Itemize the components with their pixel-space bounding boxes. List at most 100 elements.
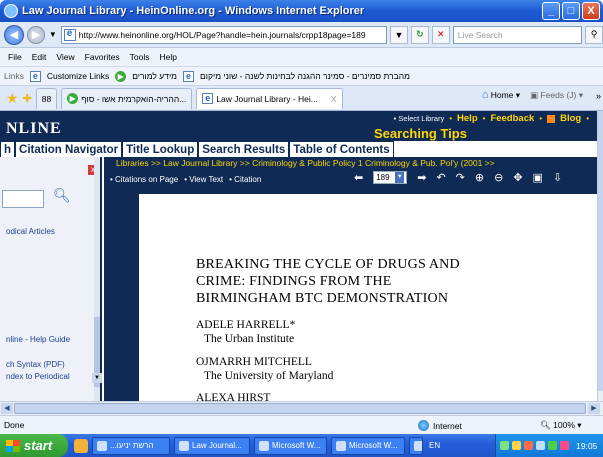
author-name: ADELE HARRELL* <box>196 319 296 331</box>
tray-app-icon[interactable] <box>536 441 545 450</box>
tab-table-of-contents[interactable]: Table of Contents <box>289 141 394 157</box>
periodical-articles-link[interactable]: odical Articles <box>6 227 55 236</box>
link-green-icon: ▶ <box>115 70 127 82</box>
heinonline-logo[interactable]: NLINE <box>6 120 62 138</box>
address-dropdown-icon[interactable]: ▼ <box>390 25 408 44</box>
blog-link[interactable]: Blog <box>560 113 581 124</box>
add-favorites-icon[interactable]: ✚ <box>23 92 32 105</box>
print-icon[interactable]: ▣ <box>533 171 543 184</box>
citations-on-page-link[interactable]: • Citations on Page <box>110 175 178 184</box>
feeds-button[interactable]: ▣ Feeds (J) ▾ <box>530 90 583 101</box>
next-page-icon[interactable]: ➡ <box>417 171 426 184</box>
link-page-icon-2: e <box>183 70 194 82</box>
history-dropdown-icon[interactable]: ▼ <box>48 30 58 39</box>
panel-search-icon[interactable]: 🔍︎ <box>53 187 71 204</box>
search-icon[interactable]: ⚲ <box>585 25 603 44</box>
tab-citation-navigator[interactable]: Citation Navigator <box>15 141 123 157</box>
zoom-out-icon[interactable]: ⊖ <box>494 171 503 184</box>
taskbar-item[interactable] <box>409 436 423 455</box>
page-vertical-scrollbar[interactable] <box>597 111 603 401</box>
help-guide-link[interactable]: nline - Help Guide <box>6 335 70 344</box>
minimize-button[interactable]: _ <box>542 2 560 20</box>
title-line-1: BREAKING THE CYCLE OF DRUGS AND <box>196 257 460 272</box>
searching-tips-link[interactable]: Searching Tips <box>374 126 467 141</box>
taskbar-item[interactable]: Microsoft W... <box>331 436 405 455</box>
menu-tools[interactable]: Tools <box>130 52 150 62</box>
address-bar[interactable]: http://www.heinonline.org/HOL/Page?handl… <box>60 25 388 44</box>
menu-favorites[interactable]: Favorites <box>85 52 120 62</box>
page-icon <box>63 28 76 41</box>
maximize-button[interactable]: □ <box>562 2 580 20</box>
menu-edit[interactable]: Edit <box>32 52 47 62</box>
tray-app-icon[interactable] <box>560 441 569 450</box>
taskbar-item[interactable]: Microsoft W... <box>254 436 327 455</box>
window-titlebar[interactable]: Law Journal Library - HeinOnline.org - W… <box>0 0 603 22</box>
author-affiliation: The University of Maryland <box>204 370 334 382</box>
tab-close-icon[interactable]: X <box>331 94 337 104</box>
tab-search-results[interactable]: Search Results <box>198 141 290 157</box>
link-customize[interactable]: Customize Links <box>47 71 109 81</box>
menu-view[interactable]: View <box>56 52 74 62</box>
page-select[interactable]: 189 ▼ <box>373 171 408 184</box>
rotate-left-icon[interactable]: ↶ <box>436 171 445 184</box>
home-button[interactable]: ⌂ Home ▾ <box>482 89 520 101</box>
task-icon <box>179 440 189 451</box>
search-syntax-link[interactable]: ch Syntax (PDF) <box>6 360 65 369</box>
stop-icon[interactable]: ✕ <box>431 25 450 44</box>
help-link[interactable]: Help <box>457 113 478 124</box>
breadcrumb[interactable]: Libraries >> Law Journal Library >> Crim… <box>116 158 495 168</box>
forward-button[interactable]: ▶ <box>26 25 45 44</box>
link-hebrew-2[interactable]: מהברת סמינרים - סמינר ההגנה לבחינות לשנה… <box>200 71 410 81</box>
ie-icon <box>4 4 18 18</box>
index-periodical-link[interactable]: ndex to Periodical <box>6 372 70 381</box>
close-window-button[interactable]: X <box>582 2 600 20</box>
document-page: BREAKING THE CYCLE OF DRUGS AND CRIME: F… <box>139 194 597 401</box>
author-name: OJMARRH MITCHELL <box>196 356 312 368</box>
quick-launch-icon[interactable] <box>74 438 88 453</box>
zoom-in-icon[interactable]: ⊕ <box>475 171 484 184</box>
left-panel-scrollbar[interactable]: ▼ <box>92 157 102 401</box>
taskbar-item[interactable]: ...הרשת יניעו <box>92 436 170 455</box>
menu-file[interactable]: File <box>8 52 22 62</box>
link-hebrew-1[interactable]: מידע למורים <box>132 71 177 81</box>
tray-network-icon[interactable] <box>500 441 509 450</box>
tray-app-icon[interactable] <box>524 441 533 450</box>
title-line-2: CRIME: FINDINGS FROM THE <box>196 274 392 289</box>
main-area: x 🔍︎ odical Articles nline - Help Guide … <box>0 157 597 401</box>
view-text-link[interactable]: • View Text <box>184 175 223 184</box>
previous-page-icon[interactable]: ⬅ <box>354 171 363 184</box>
left-panel-scroll-down[interactable]: ▼ <box>92 373 102 383</box>
address-url[interactable]: http://www.heinonline.org/HOL/Page?handl… <box>79 30 366 40</box>
system-tray: 19:05 <box>495 434 603 457</box>
quick-tabs-button[interactable]: 88 <box>35 87 58 109</box>
task-icon <box>336 440 346 451</box>
select-library-link[interactable]: • Select Library <box>394 114 445 123</box>
pan-icon[interactable]: ✥ <box>513 171 522 184</box>
citation-link[interactable]: • Citation <box>229 175 261 184</box>
start-button[interactable]: start <box>0 434 68 457</box>
feedback-link[interactable]: Feedback <box>490 113 534 124</box>
rotate-right-icon[interactable]: ↷ <box>456 171 465 184</box>
horizontal-scroll-thumb[interactable] <box>14 403 586 414</box>
tab-title-lookup[interactable]: Title Lookup <box>122 141 199 157</box>
back-button[interactable]: ◀ <box>4 24 24 45</box>
tray-app-icon[interactable] <box>512 441 521 450</box>
tab-search[interactable]: h <box>0 141 16 157</box>
menu-help[interactable]: Help <box>159 52 176 62</box>
page-horizontal-scrollbar[interactable]: ◀ ▶ <box>0 401 603 415</box>
panel-search-input[interactable] <box>2 190 44 208</box>
live-search-input[interactable]: Live Search <box>452 25 583 44</box>
page-scroll-thumb[interactable] <box>598 111 603 391</box>
language-indicator[interactable]: EN <box>429 441 440 450</box>
tray-app-icon[interactable] <box>548 441 557 450</box>
zoom-level[interactable]: 🔍︎ 100% ▾ <box>540 420 582 431</box>
taskbar-item[interactable]: Law Journal... <box>174 436 250 455</box>
scroll-left-icon[interactable]: ◀ <box>1 403 13 414</box>
refresh-icon[interactable]: ↻ <box>410 25 429 44</box>
favorites-star-icon[interactable]: ★ <box>6 90 19 107</box>
download-icon[interactable]: ⇩ <box>553 171 562 184</box>
more-tools-icon[interactable]: » <box>596 91 601 101</box>
tab-law-journal[interactable]: e Law Journal Library - Hei... X <box>196 87 343 109</box>
scroll-right-icon[interactable]: ▶ <box>588 403 600 414</box>
tab-hebrew[interactable]: ▶ ההריה-הואקרמית אשו - סוף... <box>61 87 193 109</box>
